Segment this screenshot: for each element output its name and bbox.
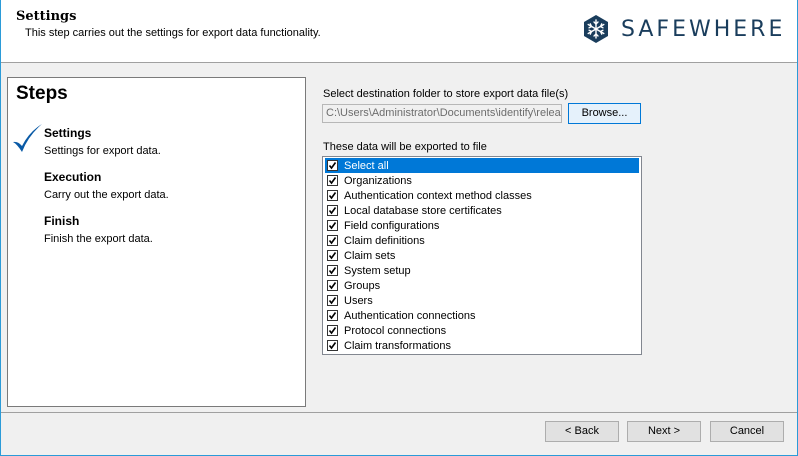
checkmark-icon: [328, 252, 337, 260]
safewhere-logo: SAFEWHERE: [581, 14, 785, 44]
checklist-item[interactable]: Protocol connections: [325, 323, 639, 338]
checklist-item-label: Claim sets: [344, 249, 396, 262]
checkbox[interactable]: [327, 235, 338, 246]
step-execution: Execution Carry out the export data.: [44, 170, 169, 201]
logo-wordmark: SAFEWHERE: [621, 16, 786, 42]
checklist-item-label: Groups: [344, 279, 381, 292]
checklist-item[interactable]: Users: [325, 293, 639, 308]
page-title: Settings: [16, 9, 77, 24]
checkmark-icon: [328, 297, 337, 305]
checklist-item-label: Users: [344, 294, 373, 307]
step-name: Execution: [44, 170, 102, 184]
checklist-item[interactable]: System setup: [325, 263, 639, 278]
step-name: Settings: [44, 126, 92, 140]
checklist-item-label: Local database store certificates: [344, 204, 502, 217]
checklist-item-label: Organizations: [344, 174, 412, 187]
page-subtitle: This step carries out the settings for e…: [25, 27, 321, 39]
footer-divider: [1, 412, 797, 413]
checklist-item[interactable]: Claim sets: [325, 248, 639, 263]
checkbox[interactable]: [327, 205, 338, 216]
checklist-item[interactable]: Claim transformations: [325, 338, 639, 353]
checkmark-icon: [328, 342, 337, 350]
checklist-item[interactable]: Field configurations: [325, 218, 639, 233]
step-description: Settings for export data.: [44, 145, 161, 157]
checklist-item[interactable]: Organizations: [325, 173, 639, 188]
cancel-button[interactable]: Cancel: [710, 421, 784, 442]
step-finish: Finish Finish the export data.: [44, 214, 153, 245]
destination-folder-label: Select destination folder to store expor…: [323, 88, 569, 100]
checkmark-icon: [328, 162, 337, 170]
checkmark-icon: [328, 327, 337, 335]
checklist-item[interactable]: Authentication connections: [325, 308, 639, 323]
checkbox[interactable]: [327, 325, 338, 336]
checklist-item[interactable]: Local database store certificates: [325, 203, 639, 218]
checklist-item[interactable]: Claim definitions: [325, 233, 639, 248]
checkbox[interactable]: [327, 280, 338, 291]
checkbox[interactable]: [327, 220, 338, 231]
snowflake-logo-icon: [584, 15, 608, 43]
checklist-item-label: Authentication connections: [344, 309, 476, 322]
checkmark-icon: [328, 312, 337, 320]
export-data-label: These data will be exported to file: [323, 141, 487, 153]
checkmark-icon: [328, 282, 337, 290]
step-settings: Settings Settings for export data.: [44, 126, 161, 157]
checklist-item-label: Claim definitions: [344, 234, 425, 247]
checklist-item-label: Select all: [344, 159, 389, 172]
checklist-item-label: System setup: [344, 264, 411, 277]
checkbox[interactable]: [327, 190, 338, 201]
checklist-item-label: Protocol connections: [344, 324, 447, 337]
checkmark-icon: [328, 267, 337, 275]
checkmark-icon: [328, 237, 337, 245]
checklist-item-label: Authentication context method classes: [344, 189, 532, 202]
checkmark-icon: [13, 124, 42, 152]
checklist-item[interactable]: Select all: [325, 158, 639, 173]
checkmark-icon: [328, 177, 337, 185]
checkbox[interactable]: [327, 265, 338, 276]
next-button[interactable]: Next >: [627, 421, 701, 442]
step-name: Finish: [44, 214, 80, 228]
export-data-checklist[interactable]: Select all Organizations Authentication co…: [322, 156, 642, 355]
steps-panel: Steps Settings Settings for export data.…: [7, 77, 306, 407]
checklist-item-label: Field configurations: [344, 219, 440, 232]
steps-title: Steps: [16, 83, 68, 104]
back-button[interactable]: < Back: [545, 421, 619, 442]
checkbox[interactable]: [327, 250, 338, 261]
browse-button[interactable]: Browse...: [568, 103, 641, 124]
checkmark-icon: [328, 222, 337, 230]
checkmark-icon: [328, 192, 337, 200]
step-description: Finish the export data.: [44, 233, 153, 245]
step-description: Carry out the export data.: [44, 189, 169, 201]
destination-path-field[interactable]: C:\Users\Administrator\Documents\identif…: [322, 104, 562, 123]
checkbox[interactable]: [327, 175, 338, 186]
checkbox[interactable]: [327, 340, 338, 351]
checklist-item[interactable]: Authentication context method classes: [325, 188, 639, 203]
wizard-header: Settings This step carries out the setti…: [1, 0, 797, 63]
checklist-item-label: Claim transformations: [344, 339, 451, 352]
checkbox[interactable]: [327, 295, 338, 306]
checkmark-icon: [328, 207, 337, 215]
checkbox[interactable]: [327, 160, 338, 171]
checkbox[interactable]: [327, 310, 338, 321]
checklist-item[interactable]: Groups: [325, 278, 639, 293]
